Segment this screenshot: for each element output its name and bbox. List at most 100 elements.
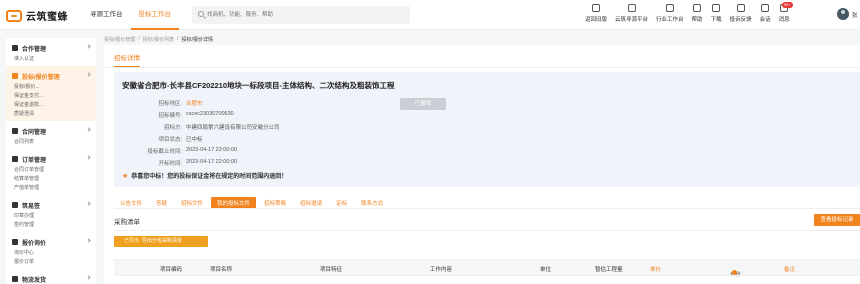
status-stamp: 已撤销 [400, 98, 446, 110]
chevron-right-icon [86, 127, 91, 132]
star-icon: ★ [122, 172, 129, 180]
column-header: 项目特征 [320, 267, 343, 273]
field-bid-number: 招标编号: cscec23030700630 [158, 111, 234, 119]
menu-title[interactable]: 订单管理 [12, 153, 91, 165]
sidebar-item[interactable]: 印章办理 [14, 212, 54, 221]
message-badge: 99+ [781, 2, 793, 8]
nav-sourcing-workbench[interactable]: 寻源工作台 [82, 0, 131, 30]
menu-title[interactable]: 报价询价 [12, 236, 91, 248]
tool-messages[interactable]: 消息 99+ [779, 2, 793, 23]
help-icon [693, 4, 702, 12]
export-list-button[interactable]: 已导出 导出分包采购清单 [114, 236, 208, 247]
congrats-message: ★ 恭喜您中标！您的投标保证金将在规定的时间范围内退回！ [122, 172, 288, 181]
main-panel: 招标详情 安徽省合肥市-长丰县CF202210地块一标段项目-主体结构、二次结构… [104, 45, 860, 284]
top-bar: 云筑蜜蜂 寻源工作台 投标工作台 返回旧版 云筑寻源平台 行业工作台 帮助 下载… [0, 0, 860, 30]
breadcrumb: 投标/报价管理 / 投标/报价列表 / 投标/报价详情 [104, 36, 213, 43]
menu-title[interactable]: 投标/报价管理 [12, 70, 91, 82]
field-region: 招标地区: 合肥市 [158, 101, 203, 107]
toolbar: 返回旧版 云筑寻源平台 行业工作台 帮助 下载 投诉反馈 会话 消息 99+ [585, 2, 798, 23]
field-deadline: 投标截止时间: 2023-04-17 22:00:00 [147, 147, 238, 155]
column-header: 工作内容 [430, 267, 453, 273]
menu-logistics: 物流发货 [6, 269, 96, 284]
sidebar-item[interactable]: 结算单管理 [14, 175, 54, 184]
menu-title[interactable]: 筑易签 [12, 199, 91, 211]
sidebar-item[interactable]: 合同列表 [14, 138, 54, 147]
order-icon [12, 156, 18, 162]
sidebar-item[interactable]: 保证金支付... [14, 92, 54, 101]
chevron-right-icon [86, 201, 91, 206]
column-header: 单价 [650, 267, 662, 273]
breadcrumb-current: 投标/报价详情 [181, 37, 213, 43]
divider [114, 230, 860, 231]
tool-feedback[interactable]: 投诉反馈 [730, 4, 752, 23]
breadcrumb-item[interactable]: 投标/报价管理 [104, 36, 135, 43]
logo-icon [6, 9, 22, 22]
project-title: 安徽省合肥市-长丰县CF202210地块一标段项目-主体结构、二次结构及粗装饰工… [122, 81, 395, 90]
table-row [114, 275, 860, 284]
sidebar-item[interactable]: 投标/报价... [14, 83, 54, 92]
search-input[interactable] [207, 10, 397, 20]
logo-text: 云筑蜜蜂 [26, 12, 68, 23]
menu-title[interactable]: 物流发货 [12, 273, 91, 284]
menu-contract: 合同管理 合同列表 [6, 121, 96, 149]
tool-help[interactable]: 帮助 [692, 4, 703, 23]
field-tenderer: 招标方: 中建四局第六建设有限公司安徽分公司 [163, 125, 280, 131]
table-header: 项目编码 项目名称 项目特征 工作内容 单位 暂估工程量 单价 合价 备注 [114, 259, 860, 278]
logo[interactable]: 云筑蜜蜂 [6, 8, 68, 23]
chevron-right-icon [86, 275, 91, 280]
export-tag: 已导出 [124, 238, 140, 244]
user-name[interactable]: 张 [852, 11, 858, 19]
sign-icon [12, 202, 18, 208]
sidebar-item[interactable]: 质疑澄清 [14, 110, 54, 119]
menu-title[interactable]: 合同管理 [12, 125, 91, 137]
avatar[interactable] [837, 8, 849, 20]
search-icon [198, 11, 204, 17]
tab-bid-details[interactable]: 招标详情 [114, 52, 140, 67]
top-nav: 寻源工作台 投标工作台 [82, 0, 179, 30]
sidebar-item[interactable]: 产值单管理 [14, 184, 54, 193]
chat-icon [761, 4, 770, 12]
section-title: 采购清单 [114, 219, 140, 226]
tool-back-old[interactable]: 返回旧版 [585, 4, 607, 23]
column-header: 备注 [784, 267, 796, 273]
project-info-card: 安徽省合肥市-长丰县CF202210地块一标段项目-主体结构、二次结构及粗装饰工… [114, 72, 860, 187]
menu-order: 订单管理 合同订单管理 结算单管理 产值单管理 [6, 149, 96, 195]
menu-title[interactable]: 合作管理 [12, 42, 91, 54]
sidebar-item[interactable]: 准入认证 [14, 55, 54, 64]
chevron-right-icon [86, 155, 91, 160]
field-status: 项目状态: 已中标 [158, 137, 203, 143]
menu-bidding: 投标/报价管理 投标/报价... 保证金支付... 保证金退款... 质疑澄清 [6, 66, 96, 121]
contract-icon [12, 128, 18, 134]
tool-chat[interactable]: 会话 [760, 4, 771, 23]
sidebar-item[interactable]: 报价订单 [14, 258, 54, 267]
breadcrumb-item[interactable]: 投标/报价列表 [143, 36, 174, 43]
column-header: 单位 [540, 267, 552, 273]
platform-icon [627, 4, 636, 12]
view-bid-records-button[interactable]: 查看投标记录 [814, 214, 860, 226]
divider [114, 208, 860, 209]
truck-icon [12, 276, 18, 282]
menu-esign: 筑易签 印章办理 签约管理 [6, 195, 96, 232]
menu-cooperation: 合作管理 准入认证 [6, 38, 96, 66]
tool-download[interactable]: 下载 [711, 4, 722, 23]
column-header: 项目编码 [160, 267, 183, 273]
menu-inquiry: 报价询价 询价中心 报价订单 [6, 232, 96, 269]
workbench-icon [665, 4, 674, 12]
bid-icon [12, 73, 18, 79]
download-icon [712, 4, 721, 12]
tool-industry[interactable]: 行业工作台 [656, 4, 684, 23]
sidebar-item[interactable]: 保证金退款... [14, 101, 54, 110]
sidebar: 合作管理 准入认证 投标/报价管理 投标/报价... 保证金支付... 保证金退… [6, 38, 96, 284]
chevron-right-icon [86, 72, 91, 77]
divider [104, 67, 860, 68]
sidebar-item[interactable]: 签约管理 [14, 221, 54, 230]
column-header: 暂估工程量 [595, 267, 623, 273]
tool-platform[interactable]: 云筑寻源平台 [615, 4, 648, 23]
feedback-icon [736, 4, 745, 12]
sidebar-item[interactable]: 合同订单管理 [14, 166, 54, 175]
chevron-right-icon [86, 44, 91, 49]
search-box [192, 6, 410, 24]
column-header: 项目名称 [210, 267, 233, 273]
sidebar-item[interactable]: 询价中心 [14, 249, 54, 258]
nav-bidding-workbench[interactable]: 投标工作台 [130, 0, 179, 30]
